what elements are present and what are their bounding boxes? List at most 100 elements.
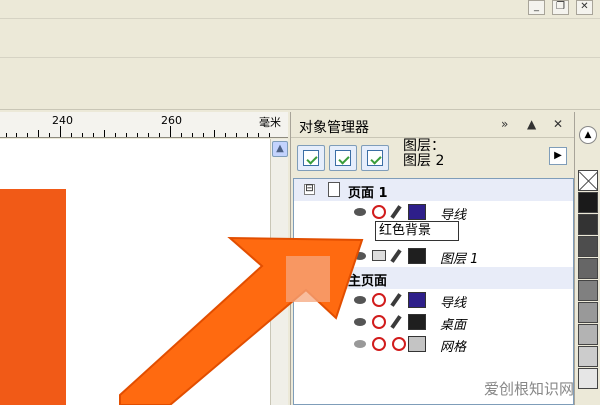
- docker-expand-button[interactable]: »: [501, 117, 508, 131]
- current-layer-label: 图层：: [403, 138, 445, 154]
- palette-swatch[interactable]: [578, 214, 598, 235]
- edit-across-layers-button[interactable]: [329, 145, 357, 171]
- eye-icon[interactable]: [354, 296, 366, 304]
- eye-icon[interactable]: [354, 318, 366, 326]
- tree-row-master-page[interactable]: 主页面: [294, 267, 573, 289]
- window-title-bar: _ ❐ ✕: [0, 0, 600, 18]
- palette-swatch[interactable]: [578, 324, 598, 345]
- pencil-icon[interactable]: [390, 315, 402, 329]
- rename-object-input[interactable]: 红色背景: [375, 221, 459, 241]
- ruler-tick: [170, 126, 171, 137]
- layer-color-swatch[interactable]: [408, 292, 426, 308]
- ruler-tick: [247, 133, 248, 137]
- ruler-tick: [181, 133, 182, 137]
- palette-swatch[interactable]: [578, 236, 598, 257]
- palette-swatch[interactable]: [578, 192, 598, 213]
- ruler-tick: [38, 130, 39, 137]
- no-print-icon[interactable]: [372, 293, 386, 307]
- object-tree[interactable]: ⊟ 页面 1 导线 图层 1 主页面 导线 桌面 网格: [293, 178, 574, 405]
- property-bar: [0, 58, 600, 110]
- eye-icon[interactable]: [354, 252, 366, 260]
- ruler-tick: [225, 133, 226, 137]
- show-properties-button[interactable]: [297, 145, 325, 171]
- close-window-button[interactable]: ✕: [576, 0, 593, 15]
- palette-scroll-up-button[interactable]: ▲: [579, 126, 597, 144]
- no-print-icon[interactable]: [372, 315, 386, 329]
- ruler-tick: [82, 133, 83, 137]
- no-print-icon[interactable]: [372, 337, 386, 351]
- ruler-tick: [269, 133, 270, 137]
- minimize-button[interactable]: _: [528, 0, 545, 15]
- palette-no-color-swatch[interactable]: [578, 170, 598, 191]
- eye-icon[interactable]: [354, 340, 366, 348]
- eye-icon[interactable]: [354, 208, 366, 216]
- palette-swatch[interactable]: [578, 258, 598, 279]
- page-icon: [328, 182, 340, 197]
- no-print-icon[interactable]: [372, 205, 386, 219]
- ruler-tick: [137, 133, 138, 137]
- docker-collapse-button[interactable]: ▲: [527, 117, 536, 131]
- color-palette: ▲: [574, 112, 600, 405]
- ruler-tick: [126, 133, 127, 137]
- ruler-tick: [159, 133, 160, 137]
- ruler-tick: [16, 133, 17, 137]
- palette-swatch[interactable]: [578, 346, 598, 367]
- docker-close-button[interactable]: ✕: [553, 117, 563, 131]
- page-expander-icon[interactable]: ⊟: [304, 184, 315, 195]
- docker-header: 对象管理器 » ▲ ✕: [291, 112, 574, 138]
- layer-label: 图层 1: [440, 252, 479, 267]
- tree-row-master-desktop[interactable]: 桌面: [294, 311, 573, 333]
- ruler-tick: [192, 133, 193, 137]
- docker-title: 对象管理器: [299, 120, 369, 136]
- layer-color-swatch[interactable]: [408, 204, 426, 220]
- pencil-icon[interactable]: [390, 293, 402, 307]
- watermark-text: 爱创根知识网: [484, 380, 575, 398]
- pencil-icon[interactable]: [390, 249, 402, 263]
- ruler-tick: [49, 133, 50, 137]
- tree-row-layer-1[interactable]: 图层 1: [294, 245, 573, 267]
- current-layer-info: 图层： 图层 2: [403, 139, 445, 169]
- ruler-tick: [214, 130, 215, 137]
- ruler-label-260: 260: [161, 114, 182, 127]
- layer-color-swatch[interactable]: [408, 248, 426, 264]
- layer-label: 网格: [440, 340, 467, 355]
- printer-icon[interactable]: [372, 250, 386, 261]
- ruler-tick: [115, 133, 116, 137]
- master-page-label: 主页面: [348, 274, 388, 289]
- edit-layers-icon: [335, 150, 351, 166]
- palette-swatch[interactable]: [578, 280, 598, 301]
- layer-label: 导线: [440, 296, 467, 311]
- layer-color-swatch[interactable]: [408, 336, 426, 352]
- ruler-tick: [104, 130, 105, 137]
- ruler-tick: [236, 133, 237, 137]
- red-background-rectangle[interactable]: [0, 189, 66, 405]
- palette-swatch[interactable]: [578, 302, 598, 323]
- drawing-canvas[interactable]: [0, 139, 270, 405]
- restore-button[interactable]: ❐: [552, 0, 569, 15]
- properties-icon: [303, 150, 319, 166]
- layer-view-icon: [367, 150, 383, 166]
- docker-toolbar: 图层： 图层 2: [291, 139, 574, 183]
- horizontal-ruler[interactable]: 240 260 毫米: [0, 112, 288, 138]
- tree-row-page-1[interactable]: ⊟ 页面 1: [294, 179, 573, 201]
- no-edit-icon[interactable]: [392, 337, 406, 351]
- scroll-up-button[interactable]: ▲: [272, 141, 288, 157]
- pencil-icon[interactable]: [390, 205, 402, 219]
- ruler-tick: [148, 133, 149, 137]
- ruler-tick: [203, 133, 204, 137]
- ruler-tick: [60, 126, 61, 137]
- object-manager-docker: 对象管理器 » ▲ ✕ 图层： 图层 2 ▶ ⊟ 页面 1 导线 图层 1 主页…: [290, 112, 574, 405]
- page-label: 页面 1: [348, 186, 388, 201]
- layer-manager-view-button[interactable]: [361, 145, 389, 171]
- docker-menu-arrow-button[interactable]: ▶: [549, 147, 567, 165]
- layer-color-swatch[interactable]: [408, 314, 426, 330]
- vertical-scrollbar[interactable]: ▲: [270, 139, 288, 405]
- tree-row-master-grid[interactable]: 网格: [294, 333, 573, 355]
- tree-row-master-guides[interactable]: 导线: [294, 289, 573, 311]
- tree-row-layer-guides[interactable]: 导线: [294, 201, 573, 223]
- current-layer-name: 图层 2: [403, 153, 445, 169]
- palette-swatch[interactable]: [578, 368, 598, 389]
- ruler-tick: [6, 133, 7, 137]
- ruler-label-240: 240: [52, 114, 73, 127]
- ruler-tick: [27, 133, 28, 137]
